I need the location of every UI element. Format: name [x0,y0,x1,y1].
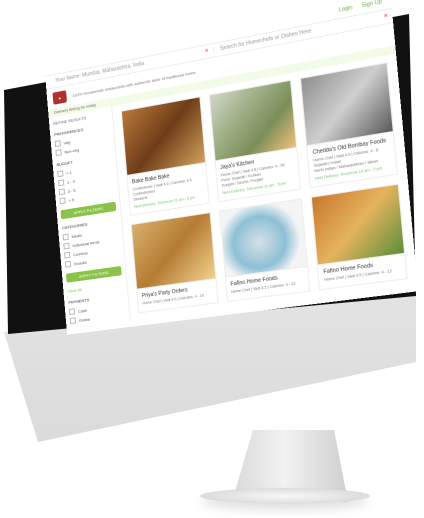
checkbox[interactable] [58,188,66,196]
payment-label: Online [78,315,91,323]
budget-label: 1 - 3 [66,177,75,185]
budget-label: > 5 [68,196,75,203]
result-card[interactable]: Chedda's Old Bombay Foods Home Chef | Va… [300,61,398,189]
category-label: Individual Items [72,238,100,248]
checkbox[interactable] [69,317,77,325]
result-card[interactable]: Priya's Party Orders Home Chef | Vadi 4.… [130,212,219,314]
logo-icon: ● [52,90,68,105]
food-image [312,184,405,266]
checkbox[interactable] [57,179,65,187]
budget-label: < 1 [65,169,72,176]
apply-filters-button-2[interactable]: APPLY FILTERS [65,265,122,283]
result-card[interactable]: Jaya's Kitchen Home Chef | Vadi 4.5 | Ca… [208,79,302,203]
category-label: Meals [71,232,83,239]
checkbox[interactable] [55,149,62,157]
category-label: Snacks [73,259,87,266]
apply-filters-button[interactable]: APPLY FILTERS [60,201,117,220]
category-label: Combos [72,249,88,257]
result-card[interactable]: Bake Bake Bake Confectioner | Vadi 4.0 |… [120,96,210,216]
checkbox[interactable] [63,242,70,250]
checkbox[interactable] [64,260,72,268]
monitor-base [200,488,370,504]
food-image [131,213,216,290]
result-card[interactable]: Fafino Home Foods Home Chef | Vadi 4.5 |… [311,183,408,291]
checkbox[interactable] [62,233,69,241]
checkbox[interactable] [57,170,64,178]
signup-link[interactable]: Sign Up [361,0,382,9]
checkbox[interactable] [59,197,66,205]
result-card[interactable]: Fafino Home Foods Home Chef | Vadi 4.5 |… [218,198,311,303]
checkbox[interactable] [54,140,61,148]
close-icon-2[interactable]: × [384,12,393,20]
login-link[interactable]: Login [339,5,353,14]
food-image [219,199,308,278]
preference-label: Non-veg [64,146,80,155]
clear-all-link[interactable]: Clear All [67,281,123,294]
payment-label: Cash [77,307,88,314]
checkbox[interactable] [64,251,71,259]
monitor-screen: Login Sign Up Your Name: Mumbai, Maharas… [44,0,419,335]
budget-label: 3 - 5 [67,187,76,194]
checkbox[interactable] [68,308,76,316]
preference-label: Veg [63,138,71,146]
